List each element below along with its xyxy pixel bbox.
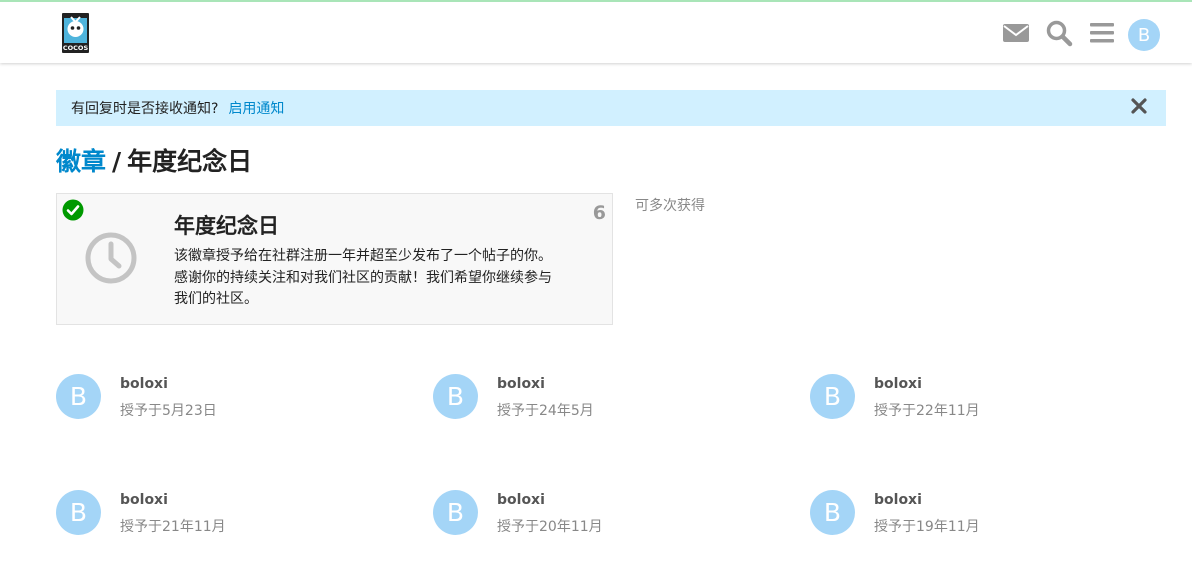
avatar[interactable]: B <box>433 490 478 535</box>
grant-date: 授予于20年11月 <box>497 519 603 535</box>
grant-item: B boloxi 授予于21年11月 <box>56 490 386 540</box>
badge-card: 6 年度纪念日 该徽章授予给在社群注册一年并超至少发布了一个帖子的你。感谢你的持… <box>56 193 613 325</box>
grant-date: 授予于5月23日 <box>120 403 217 419</box>
grant-item: B boloxi 授予于22年11月 <box>810 374 1140 424</box>
grant-date: 授予于24年5月 <box>497 403 594 419</box>
grant-username[interactable]: boloxi <box>120 376 168 392</box>
grant-username[interactable]: boloxi <box>874 492 922 508</box>
avatar[interactable]: B <box>810 490 855 535</box>
badge-name: 年度纪念日 <box>174 214 279 238</box>
grant-username[interactable]: boloxi <box>874 376 922 392</box>
grant-date: 授予于21年11月 <box>120 519 226 535</box>
badge-description: 该徽章授予给在社群注册一年并超至少发布了一个帖子的你。感谢你的持续关注和对我们社… <box>174 248 552 307</box>
check-circle-icon <box>62 199 84 221</box>
grant-username[interactable]: boloxi <box>497 492 545 508</box>
site-header: COCOS B <box>0 0 1192 63</box>
avatar[interactable]: B <box>56 374 101 419</box>
avatar[interactable]: B <box>810 374 855 419</box>
search-icon[interactable] <box>1045 19 1073 47</box>
grant-item: B boloxi 授予于5月23日 <box>56 374 386 424</box>
svg-text:COCOS: COCOS <box>63 44 89 52</box>
notification-banner: 有回复时是否接收通知? 启用通知 <box>56 90 1166 126</box>
breadcrumb-badges-link[interactable]: 徽章 <box>56 147 106 176</box>
avatar[interactable]: B <box>433 374 478 419</box>
mail-icon[interactable] <box>1002 19 1030 47</box>
clock-icon <box>84 231 138 285</box>
grant-item: B boloxi 授予于24年5月 <box>433 374 763 424</box>
grant-username[interactable]: boloxi <box>120 492 168 508</box>
close-icon[interactable] <box>1130 97 1148 115</box>
grant-item: B boloxi 授予于20年11月 <box>433 490 763 540</box>
grant-note: 可多次获得 <box>635 198 705 214</box>
user-avatar[interactable]: B <box>1128 19 1160 51</box>
notice-text: 有回复时是否接收通知? <box>71 101 219 117</box>
page-title: 徽章 / 年度纪念日 <box>56 142 252 178</box>
grant-date: 授予于19年11月 <box>874 519 980 535</box>
grant-username[interactable]: boloxi <box>497 376 545 392</box>
breadcrumb-separator: / <box>112 147 122 176</box>
grant-date: 授予于22年11月 <box>874 403 980 419</box>
cocos-logo[interactable]: COCOS <box>61 12 90 54</box>
avatar[interactable]: B <box>56 490 101 535</box>
enable-notifications-link[interactable]: 启用通知 <box>228 98 284 118</box>
badge-grant-count: 6 <box>592 202 606 224</box>
breadcrumb-current: 年度纪念日 <box>127 147 253 176</box>
hamburger-menu-icon[interactable] <box>1088 19 1116 47</box>
grant-item: B boloxi 授予于19年11月 <box>810 490 1140 540</box>
